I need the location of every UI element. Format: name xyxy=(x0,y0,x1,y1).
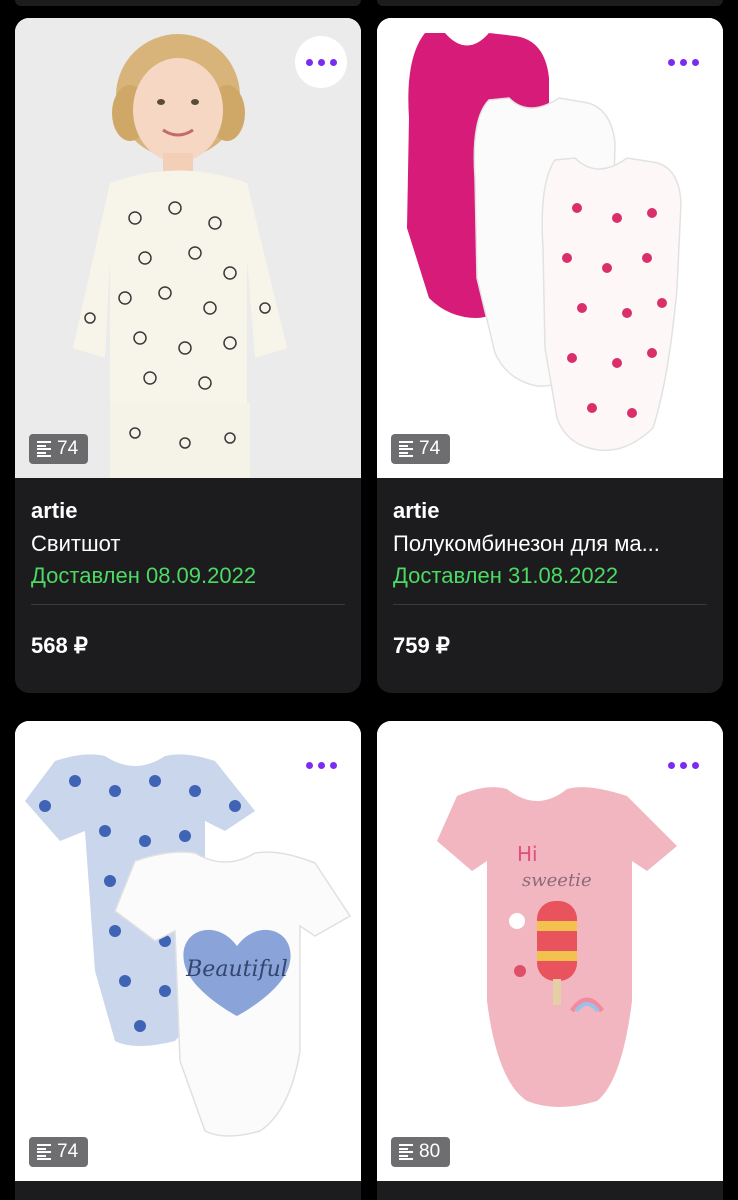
floral-bodysuits-image: Beautiful xyxy=(15,721,361,1181)
size-badge: 74 xyxy=(391,434,451,464)
delivery-status: Доставлен 31.08.2022 xyxy=(393,563,619,588)
more-options-button[interactable] xyxy=(657,739,709,791)
product-price: 759 ₽ xyxy=(393,633,450,658)
bodysuits-image xyxy=(377,18,723,478)
product-title[interactable]: Полукомбинезон для ма... xyxy=(393,530,707,558)
divider xyxy=(31,604,345,605)
size-value: 74 xyxy=(57,438,79,459)
more-dots-icon xyxy=(667,761,675,769)
size-badge: 80 xyxy=(391,1137,451,1167)
more-options-button[interactable] xyxy=(657,36,709,88)
size-value: 74 xyxy=(419,438,441,459)
product-card[interactable]: Hi sweetie 80 xyxy=(377,721,723,1200)
size-value: 74 xyxy=(57,1141,79,1162)
more-options-button[interactable] xyxy=(295,739,347,791)
more-dots-icon xyxy=(667,58,675,66)
size-badge: 74 xyxy=(29,1137,89,1167)
product-card[interactable]: Beautiful 74 xyxy=(15,721,361,1200)
svg-text:Beautiful: Beautiful xyxy=(185,957,288,982)
product-title[interactable]: Свитшот xyxy=(31,530,345,558)
ruler-icon xyxy=(37,1144,51,1160)
product-price: 568 ₽ xyxy=(31,633,88,658)
more-options-button[interactable] xyxy=(295,36,347,88)
pink-bodysuit-image: Hi sweetie xyxy=(377,721,723,1181)
size-value: 80 xyxy=(419,1141,441,1162)
product-card[interactable]: 74 artie Полукомбинезон для ма... Достав… xyxy=(377,18,723,693)
previous-card-edge xyxy=(15,0,361,6)
divider xyxy=(393,604,707,605)
product-brand: artie xyxy=(31,498,78,523)
ruler-icon xyxy=(399,1144,413,1160)
product-image[interactable]: Beautiful 74 xyxy=(15,721,361,1181)
product-info: artie Свитшот Доставлен 08.09.2022 568 ₽ xyxy=(15,478,361,693)
product-image[interactable]: 74 xyxy=(377,18,723,478)
previous-card-edge xyxy=(377,0,723,6)
product-image[interactable]: Hi sweetie 80 xyxy=(377,721,723,1181)
svg-text:Hi: Hi xyxy=(517,842,538,866)
product-brand: artie xyxy=(393,498,440,523)
more-dots-icon xyxy=(305,58,313,66)
product-image[interactable]: 74 xyxy=(15,18,361,478)
ruler-icon xyxy=(399,441,413,457)
more-dots-icon xyxy=(305,761,313,769)
delivery-status: Доставлен 08.09.2022 xyxy=(31,563,257,588)
size-badge: 74 xyxy=(29,434,89,464)
product-card[interactable]: 74 artie Свитшот Доставлен 08.09.2022 56… xyxy=(15,18,361,693)
ruler-icon xyxy=(37,441,51,457)
product-info: artie Полукомбинезон для ма... Доставлен… xyxy=(377,478,723,693)
svg-text:sweetie: sweetie xyxy=(522,870,592,891)
girl-sweatshirt-image xyxy=(15,18,361,478)
